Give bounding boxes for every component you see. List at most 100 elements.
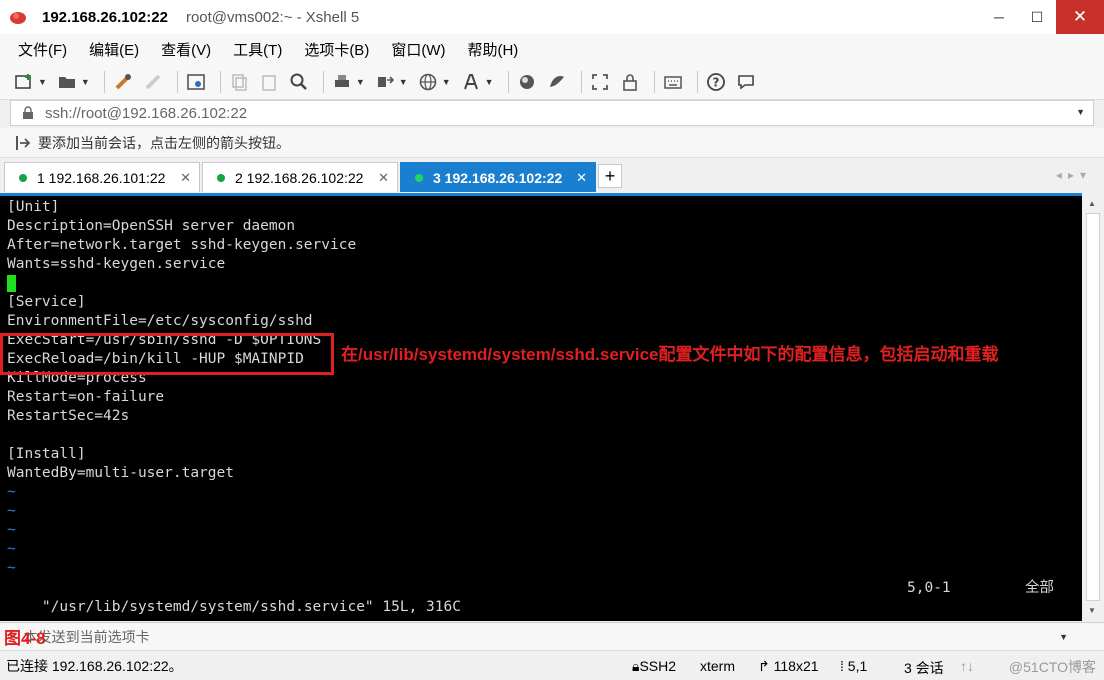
scroll-down-icon[interactable]: ▼ xyxy=(1088,606,1096,615)
fullscreen-icon xyxy=(591,73,608,90)
terminal-line: [Service] xyxy=(7,294,86,310)
help-button[interactable]: ? xyxy=(704,70,728,94)
address-bar[interactable]: ssh://root@192.168.26.102:22 ▼ xyxy=(10,100,1094,126)
figure-label: 图4-8 xyxy=(4,629,46,648)
terminal-line: [Install] xyxy=(7,446,86,462)
globe-dropdown-icon[interactable]: ▼ xyxy=(442,77,451,87)
terminal[interactable]: [Unit] Description=OpenSSH server daemon… xyxy=(0,193,1082,621)
connected-dot-icon xyxy=(217,173,225,182)
connected-dot-icon xyxy=(19,173,27,182)
terminal-line: After=network.target sshd-keygen.service xyxy=(7,237,357,253)
transfer-dropdown-icon[interactable]: ▼ xyxy=(399,77,408,87)
disconnect-icon xyxy=(145,74,161,89)
scrollbar-thumb[interactable] xyxy=(1086,213,1100,601)
menu-window[interactable]: 窗口(W) xyxy=(387,37,449,62)
watermark: @51CTO博客 xyxy=(1008,659,1096,675)
new-session-icon xyxy=(15,73,31,89)
protocol-status: 🔒︎SSH2 xyxy=(632,658,676,675)
tab-bar: 1 192.168.26.101:22 ✕ 2 192.168.26.102:2… xyxy=(0,159,1104,193)
toolbar-separator xyxy=(103,70,105,93)
terminal-scrollbar[interactable]: ▲ ▼ xyxy=(1082,193,1104,621)
copy-icon xyxy=(232,73,247,91)
highlight-box xyxy=(0,333,334,375)
vim-status-line: "/usr/lib/systemd/system/sshd.service" 1… xyxy=(7,579,1067,615)
terminal-empty-line: ~ xyxy=(7,503,16,519)
font-button[interactable] xyxy=(459,70,483,94)
fullscreen-button[interactable] xyxy=(588,70,612,94)
terminal-empty-line: ~ xyxy=(7,522,16,538)
xshell-logo-icon xyxy=(10,12,26,24)
lock-button[interactable] xyxy=(618,70,642,94)
terminal-cursor xyxy=(7,274,16,292)
window-title-subtitle: root@vms002:~ - Xshell 5 xyxy=(185,8,360,26)
menu-tabs[interactable]: 选项卡(B) xyxy=(300,37,373,62)
search-icon xyxy=(290,73,307,90)
print-button[interactable] xyxy=(330,70,354,94)
toolbar-separator xyxy=(580,70,582,93)
print-dropdown-icon[interactable]: ▼ xyxy=(356,77,365,87)
transfer-button[interactable] xyxy=(373,70,397,94)
compose-dropdown-icon[interactable]: ▼ xyxy=(1059,632,1068,642)
menu-file[interactable]: 文件(F) xyxy=(14,37,71,62)
resize-icon: ↱ xyxy=(758,658,774,674)
position-icon: ⁞ xyxy=(840,658,848,674)
new-tab-button[interactable]: + xyxy=(598,164,622,188)
disconnect-button[interactable] xyxy=(141,70,165,94)
globe-icon xyxy=(419,73,436,90)
connection-status: 已连接 192.168.26.102:22。 xyxy=(6,657,183,674)
tab-close-icon[interactable]: ✕ xyxy=(180,170,191,186)
menu-help[interactable]: 帮助(H) xyxy=(463,37,522,62)
globe-button[interactable] xyxy=(416,70,440,94)
tab-close-icon[interactable]: ✕ xyxy=(576,170,587,186)
svg-text:?: ? xyxy=(712,75,719,89)
minimize-button[interactable]: ─ xyxy=(980,0,1018,34)
paste-button[interactable] xyxy=(257,70,281,94)
find-button[interactable] xyxy=(287,70,311,94)
xmanager-icon xyxy=(549,75,564,87)
toolbar-separator xyxy=(653,70,655,93)
tab-label: 2 192.168.26.102:22 xyxy=(235,169,364,186)
toolbar-separator xyxy=(176,70,178,93)
menu-view[interactable]: 查看(V) xyxy=(157,37,215,62)
window-title-host: 192.168.26.102:22 xyxy=(42,8,168,26)
new-session-button[interactable] xyxy=(12,70,36,94)
terminal-line: Wants=sshd-keygen.service xyxy=(7,256,226,272)
vim-status-all: 全部 xyxy=(1025,580,1054,596)
copy-button[interactable] xyxy=(227,70,251,94)
tab-session-2[interactable]: 2 192.168.26.102:22 ✕ xyxy=(202,162,398,192)
terminal-line: Restart=on-failure xyxy=(7,389,165,405)
address-dropdown-icon[interactable]: ▼ xyxy=(1076,107,1085,117)
session-nav-arrows-icon[interactable]: ↑↓ xyxy=(960,658,974,674)
new-session-dropdown-icon[interactable]: ▼ xyxy=(38,77,47,87)
close-button[interactable]: ✕ xyxy=(1056,0,1104,34)
tab-close-icon[interactable]: ✕ xyxy=(378,170,389,186)
font-dropdown-icon[interactable]: ▼ xyxy=(485,77,494,87)
folder-icon xyxy=(58,76,75,88)
tab-session-1[interactable]: 1 192.168.26.101:22 ✕ xyxy=(4,162,200,192)
address-input[interactable]: ssh://root@192.168.26.102:22 xyxy=(45,105,247,122)
keyboard-button[interactable] xyxy=(661,70,685,94)
terminal-size-label: 118x21 xyxy=(773,658,819,674)
properties-button[interactable] xyxy=(184,70,208,94)
window-controls: ─ ☐ ✕ xyxy=(980,0,1104,34)
open-session-button[interactable] xyxy=(55,70,79,94)
toolbar-separator xyxy=(219,70,221,93)
paste-icon xyxy=(262,74,276,91)
tab-label: 3 192.168.26.102:22 xyxy=(433,169,563,186)
vim-status-position: 5,0-1 xyxy=(907,580,951,596)
xftp-button[interactable] xyxy=(515,70,539,94)
open-dropdown-icon[interactable]: ▼ xyxy=(81,77,90,87)
status-bar: 已连接 192.168.26.102:22。 🔒︎SSH2 xterm ↱ 11… xyxy=(0,650,1104,680)
add-session-arrow-icon[interactable] xyxy=(14,134,32,152)
tab-scroll-arrows-icon[interactable]: ◂▸▾ xyxy=(1056,168,1092,182)
annotation-text: 在/usr/lib/systemd/system/sshd.service配置文… xyxy=(341,345,999,364)
scroll-up-icon[interactable]: ▲ xyxy=(1088,199,1096,208)
tab-session-3[interactable]: 3 192.168.26.102:22 ✕ xyxy=(400,162,596,192)
compose-bar[interactable]: 图4-8 本发送到当前选项卡 ▼ xyxy=(0,622,1104,650)
maximize-button[interactable]: ☐ xyxy=(1018,0,1056,34)
xmanager-button[interactable] xyxy=(545,70,569,94)
chat-button[interactable] xyxy=(734,70,758,94)
reconnect-button[interactable] xyxy=(111,70,135,94)
menu-tools[interactable]: 工具(T) xyxy=(229,37,286,62)
menu-edit[interactable]: 编辑(E) xyxy=(85,37,143,62)
